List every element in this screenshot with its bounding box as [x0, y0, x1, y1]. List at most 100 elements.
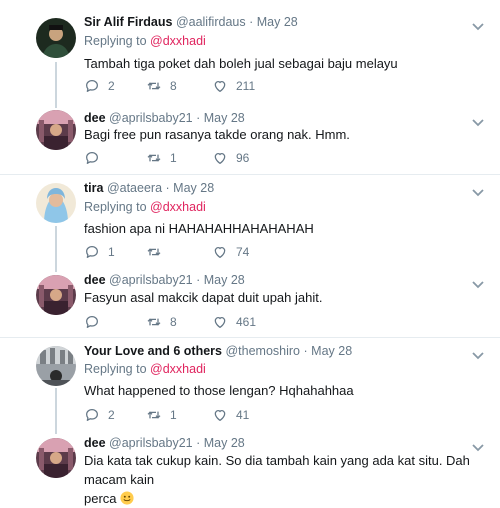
retweet-icon — [146, 150, 162, 166]
tweet-date[interactable]: May 28 — [257, 15, 298, 29]
retweet-icon — [146, 78, 162, 94]
user-handle[interactable]: @aprilsbaby21 — [109, 436, 193, 450]
retweet-button[interactable]: 1 — [146, 407, 177, 423]
separator-dot: · — [165, 181, 170, 195]
user-handle[interactable]: @themoshiro — [225, 344, 300, 358]
smile-emoji-icon — [120, 491, 134, 505]
replying-to: Replying to @dxxhadi — [84, 362, 206, 376]
tweet-date[interactable]: May 28 — [204, 273, 245, 287]
tweet-date[interactable]: May 28 — [173, 181, 214, 195]
retweet-button[interactable]: 8 — [146, 78, 177, 94]
separator-dot: · — [196, 111, 201, 125]
user-handle[interactable]: @ataeera — [107, 181, 162, 195]
avatar[interactable] — [36, 18, 76, 58]
tweet-actions: 2 1 41 — [84, 407, 314, 427]
user-handle[interactable]: @aprilsbaby21 — [109, 111, 193, 125]
like-button[interactable]: 74 — [212, 244, 249, 260]
replying-to-label: Replying to — [84, 362, 147, 376]
reply-icon — [84, 150, 100, 166]
tweet-text: Dia kata tak cukup kain. So dia tambah k… — [84, 451, 484, 508]
tweet-text: Tambah tiga poket dah boleh jual sebagai… — [84, 56, 398, 71]
user-name[interactable]: tira — [84, 181, 103, 195]
reply-icon — [84, 244, 100, 260]
tweet-6[interactable]: dee @aprilsbaby21 · May 28 Dia kata tak … — [0, 428, 500, 506]
reply-icon — [84, 407, 100, 423]
tweet-5[interactable]: Your Love and 6 others @themoshiro · May… — [0, 338, 500, 428]
tweet-date[interactable]: May 28 — [204, 111, 245, 125]
tweet-actions: 1 74 — [84, 244, 314, 264]
avatar[interactable] — [36, 275, 76, 315]
avatar[interactable] — [36, 346, 76, 386]
tweet-text: What happened to those lengan? Hqhahahha… — [84, 383, 354, 398]
tweet-date[interactable]: May 28 — [204, 436, 245, 450]
reply-icon — [84, 78, 100, 94]
tweet-3[interactable]: tira @ataeera · May 28 Replying to @dxxh… — [0, 175, 500, 265]
like-count: 74 — [236, 245, 250, 259]
tweet-4[interactable]: dee @aprilsbaby21 · May 28 Fasyun asal m… — [0, 265, 500, 335]
user-name[interactable]: dee — [84, 436, 106, 450]
tweet-actions: 1 96 — [84, 150, 314, 170]
reply-icon — [84, 314, 100, 330]
reply-count: 2 — [108, 79, 115, 93]
like-button[interactable]: 96 — [212, 150, 249, 166]
like-icon — [212, 244, 228, 260]
tweet-1[interactable]: Sir Alif Firdaus @aalifirdaus · May 28 R… — [0, 0, 500, 93]
retweet-button[interactable]: 8 — [146, 314, 177, 330]
like-count: 41 — [236, 408, 250, 422]
like-icon — [212, 150, 228, 166]
chevron-down-icon[interactable] — [470, 18, 486, 34]
separator-dot: · — [196, 436, 201, 450]
user-name[interactable]: Sir Alif Firdaus — [84, 15, 172, 29]
mention-link[interactable]: @dxxhadi — [150, 200, 206, 214]
tweet-actions: 8 461 — [84, 314, 314, 334]
reply-button[interactable]: 1 — [84, 244, 115, 260]
retweet-icon — [146, 244, 162, 260]
tweet-actions: 2 8 211 — [84, 78, 314, 98]
replying-to: Replying to @dxxhadi — [84, 34, 206, 48]
tweet-text: Bagi free pun rasanya takde orang nak. H… — [84, 127, 350, 142]
replying-to-label: Replying to — [84, 200, 147, 214]
like-button[interactable]: 461 — [212, 314, 256, 330]
like-icon — [212, 78, 228, 94]
retweet-button[interactable]: 1 — [146, 150, 177, 166]
retweet-count: 8 — [170, 79, 177, 93]
retweet-count: 1 — [170, 408, 177, 422]
reply-button[interactable]: 2 — [84, 78, 115, 94]
like-icon — [212, 407, 228, 423]
retweet-count: 1 — [170, 151, 177, 165]
like-count: 211 — [236, 79, 256, 93]
tweet-2[interactable]: dee @aprilsbaby21 · May 28 Bagi free pun… — [0, 100, 500, 170]
tweet-text-line: Dia kata tak cukup kain. So dia tambah k… — [84, 453, 470, 487]
like-count: 461 — [236, 315, 257, 329]
like-count: 96 — [236, 151, 250, 165]
separator-dot: · — [249, 15, 254, 29]
avatar[interactable] — [36, 438, 76, 478]
retweet-button[interactable] — [146, 244, 170, 260]
tweet-text: fashion apa ni HAHAHAHHAHAHAHAH — [84, 221, 314, 236]
like-icon — [212, 314, 228, 330]
like-button[interactable]: 41 — [212, 407, 249, 423]
user-name[interactable]: Your Love and 6 others — [84, 344, 222, 358]
user-name[interactable]: dee — [84, 111, 106, 125]
reply-button[interactable] — [84, 314, 108, 330]
avatar[interactable] — [36, 183, 76, 223]
avatar[interactable] — [36, 110, 76, 150]
replying-to-label: Replying to — [84, 34, 147, 48]
mention-link[interactable]: @dxxhadi — [150, 362, 206, 376]
user-name[interactable]: dee — [84, 273, 106, 287]
tweet-text-line: perca — [84, 489, 484, 508]
tweet-text: Fasyun asal makcik dapat duit upah jahit… — [84, 290, 323, 305]
mention-link[interactable]: @dxxhadi — [150, 34, 206, 48]
like-button[interactable]: 211 — [212, 78, 255, 94]
tweet-date[interactable]: May 28 — [311, 344, 352, 358]
user-handle[interactable]: @aprilsbaby21 — [109, 273, 193, 287]
reply-button[interactable] — [84, 150, 108, 166]
chevron-down-icon[interactable] — [470, 347, 486, 363]
separator-dot: · — [196, 273, 201, 287]
user-handle[interactable]: @aalifirdaus — [176, 15, 246, 29]
reply-count: 1 — [108, 245, 115, 259]
separator-dot: · — [303, 344, 308, 358]
reply-count: 2 — [108, 408, 115, 422]
chevron-down-icon[interactable] — [470, 184, 486, 200]
reply-button[interactable]: 2 — [84, 407, 115, 423]
